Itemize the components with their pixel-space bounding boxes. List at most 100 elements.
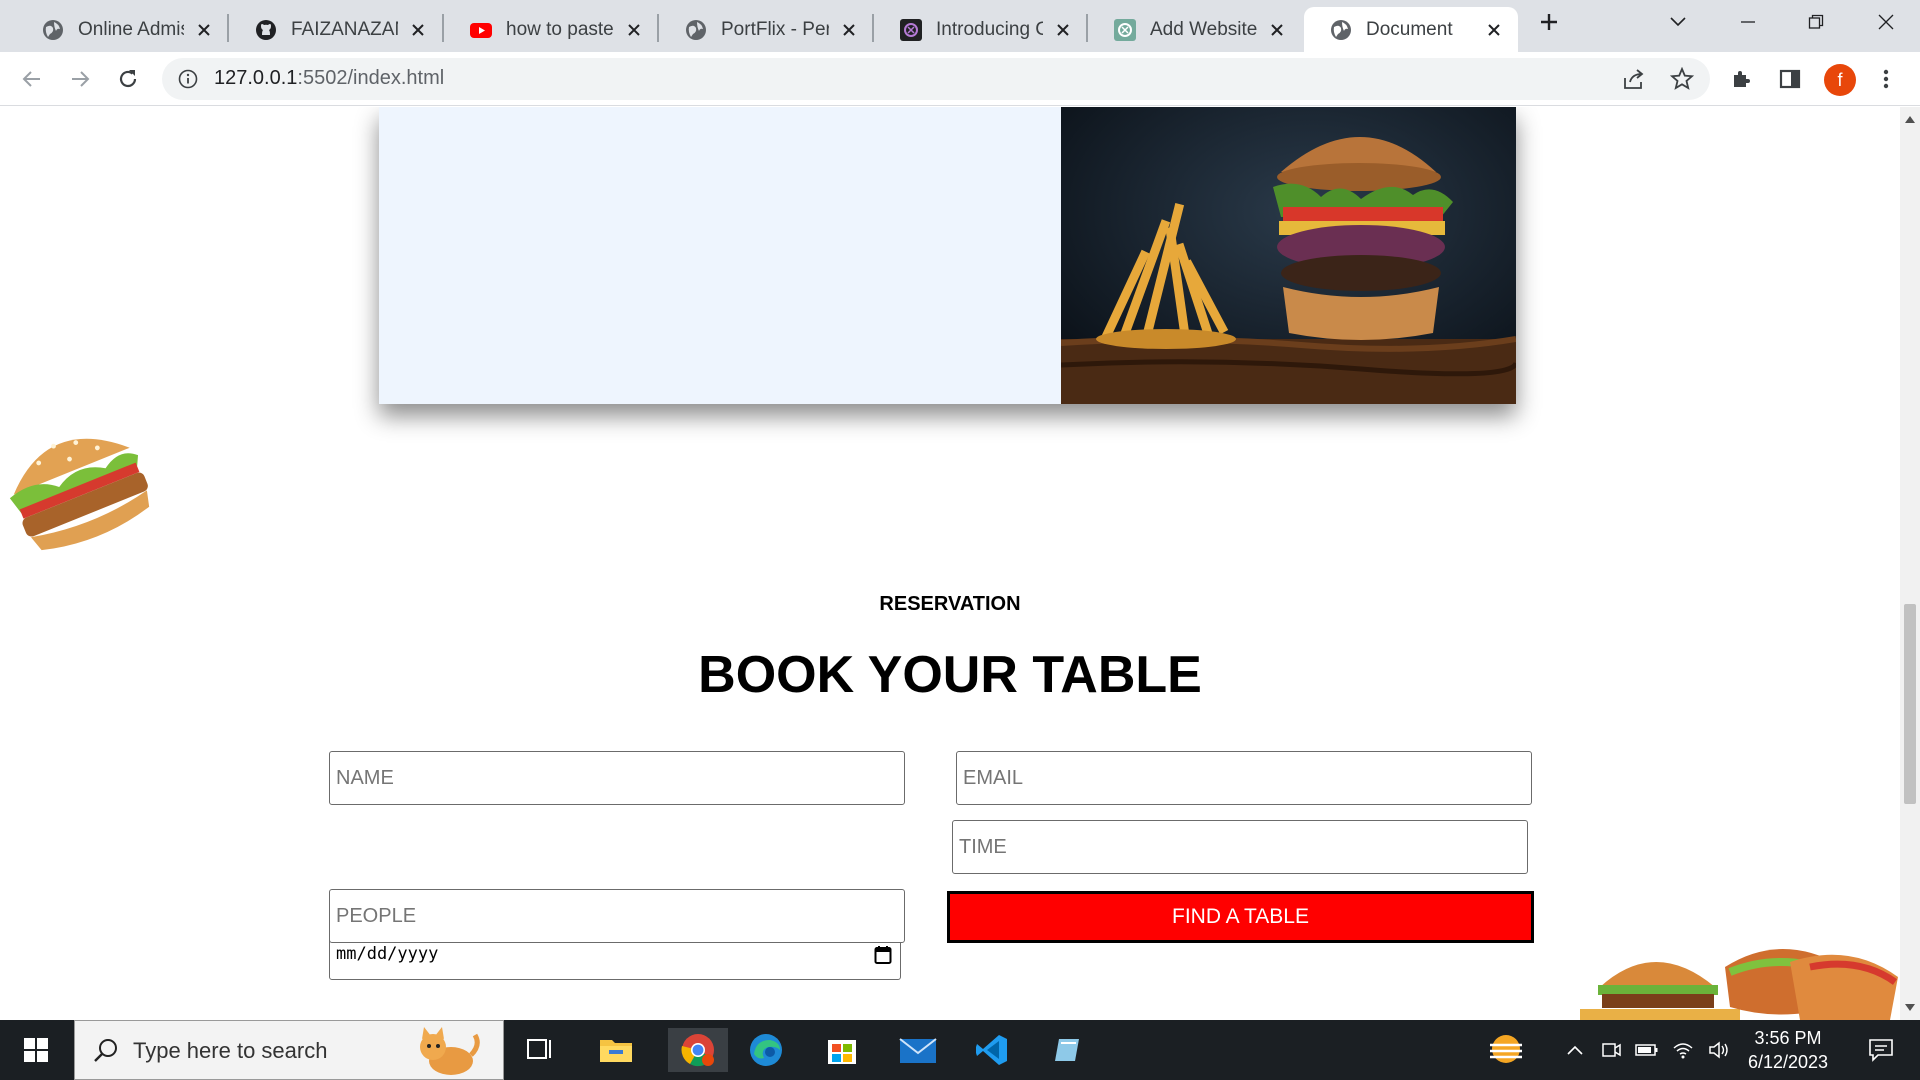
burger-photo xyxy=(1061,107,1516,404)
people-input[interactable] xyxy=(329,889,905,943)
forward-button[interactable] xyxy=(66,65,94,93)
close-window-button[interactable] xyxy=(1852,0,1920,44)
weather-widget[interactable] xyxy=(1482,1028,1530,1072)
page-scrollbar[interactable] xyxy=(1900,107,1920,1020)
mail-taskbar-button[interactable] xyxy=(894,1028,942,1072)
tab-title: Online Admissi xyxy=(78,18,184,40)
tab-online-admission[interactable]: Online Admissi xyxy=(16,7,228,52)
info-icon[interactable] xyxy=(178,69,198,89)
close-icon[interactable] xyxy=(408,20,428,40)
start-button[interactable] xyxy=(12,1028,60,1072)
search-icon xyxy=(94,1039,117,1062)
tab-search-button[interactable] xyxy=(1644,0,1712,44)
close-icon[interactable] xyxy=(1053,20,1073,40)
close-icon[interactable] xyxy=(194,20,214,40)
reload-icon xyxy=(119,70,137,88)
profile-avatar[interactable]: f xyxy=(1824,64,1856,96)
weather-hazy-icon xyxy=(1490,1035,1522,1063)
reload-button[interactable] xyxy=(114,65,142,93)
find-a-table-button[interactable]: FIND A TABLE xyxy=(947,891,1534,943)
battery-button[interactable] xyxy=(1630,1028,1664,1072)
wifi-icon xyxy=(1673,1043,1693,1059)
taskbar-search-box[interactable]: Type here to search xyxy=(74,1020,504,1080)
minimize-icon xyxy=(1741,21,1755,23)
globe-icon xyxy=(43,19,63,40)
url-text[interactable]: 127.0.0.1:5502/index.html xyxy=(214,67,444,90)
browser-tab-strip: Online Admissi FAIZANAZAM1 how to paste … xyxy=(0,0,1920,52)
arrow-right-icon xyxy=(72,71,90,87)
side-panel-button[interactable] xyxy=(1776,65,1804,93)
meet-now-button[interactable] xyxy=(1594,1028,1628,1072)
url-path: :5502/index.html xyxy=(297,67,445,89)
tab-title: how to paste in xyxy=(506,18,614,40)
close-icon[interactable] xyxy=(839,20,859,40)
hero-card xyxy=(379,107,1516,404)
chrome-menu-button[interactable] xyxy=(1872,65,1900,93)
store-icon xyxy=(828,1040,856,1064)
tab-youtube[interactable]: how to paste in xyxy=(444,7,658,52)
plus-icon xyxy=(1541,14,1557,30)
taskbar-clock[interactable]: 3:56 PM 6/12/2023 xyxy=(1728,1026,1848,1074)
name-input[interactable] xyxy=(329,751,905,805)
chrome-taskbar-button[interactable] xyxy=(668,1028,728,1072)
hero-text-panel xyxy=(379,107,1061,404)
scroll-up-icon[interactable] xyxy=(1905,115,1915,123)
restore-icon xyxy=(1808,14,1824,29)
address-bar[interactable]: 127.0.0.1:5502/index.html xyxy=(162,58,1710,100)
page-viewport: RESERVATION BOOK YOUR TABLE mm/dd/yyyy F… xyxy=(0,107,1900,1020)
scroll-down-icon[interactable] xyxy=(1905,1004,1915,1012)
minimize-button[interactable] xyxy=(1714,0,1782,44)
close-icon[interactable] xyxy=(1484,20,1504,40)
clock-date: 6/12/2023 xyxy=(1747,1052,1829,1072)
notes-icon xyxy=(1055,1039,1079,1061)
store-taskbar-button[interactable] xyxy=(818,1028,866,1072)
chatgpt-icon xyxy=(1114,18,1136,41)
mail-icon xyxy=(899,1038,937,1063)
youtube-icon xyxy=(470,22,492,38)
task-view-button[interactable] xyxy=(516,1028,564,1072)
tab-title: Document xyxy=(1366,18,1453,40)
email-input[interactable] xyxy=(956,751,1532,805)
back-button[interactable] xyxy=(18,65,46,93)
tab-introducing-chatgpt[interactable]: Introducing Ch xyxy=(874,7,1087,52)
chevron-up-icon xyxy=(1567,1045,1583,1055)
burger-fries-image xyxy=(1061,107,1516,404)
share-icon[interactable] xyxy=(1622,68,1646,90)
folder-icon xyxy=(600,1040,632,1062)
close-icon[interactable] xyxy=(1267,20,1287,40)
notes-taskbar-button[interactable] xyxy=(1044,1028,1092,1072)
globe-icon xyxy=(686,19,706,40)
browser-toolbar: 127.0.0.1:5502/index.html f xyxy=(0,52,1920,106)
page-title: BOOK YOUR TABLE xyxy=(698,646,1202,704)
calendar-icon[interactable] xyxy=(874,945,892,965)
edge-icon xyxy=(750,1034,782,1066)
time-input[interactable] xyxy=(952,820,1528,874)
network-button[interactable] xyxy=(1666,1028,1700,1072)
reservation-label: RESERVATION xyxy=(879,593,1021,615)
tab-title: Introducing Ch xyxy=(936,18,1043,40)
tab-portflix[interactable]: PortFlix - Perso xyxy=(659,7,873,52)
tab-github[interactable]: FAIZANAZAM1 xyxy=(229,7,442,52)
close-icon[interactable] xyxy=(624,20,644,40)
kebab-menu-icon xyxy=(1883,69,1889,89)
task-view-icon xyxy=(527,1039,551,1059)
edge-taskbar-button[interactable] xyxy=(742,1028,790,1072)
side-panel-icon xyxy=(1779,69,1801,89)
food-platter-image xyxy=(1580,948,1898,1020)
file-explorer-button[interactable] xyxy=(592,1028,640,1072)
notifications-button[interactable] xyxy=(1856,1028,1906,1072)
windows-taskbar: Type here to search 3:56 PM 6/12/2023 xyxy=(0,1020,1920,1080)
camera-icon xyxy=(1602,1043,1621,1057)
new-tab-button[interactable] xyxy=(1514,0,1584,44)
battery-icon xyxy=(1635,1044,1658,1056)
star-icon[interactable] xyxy=(1670,67,1694,91)
extensions-button[interactable] xyxy=(1728,65,1756,93)
tab-add-website[interactable]: Add Website S xyxy=(1088,7,1301,52)
scroll-thumb[interactable] xyxy=(1904,604,1916,804)
vscode-icon xyxy=(976,1035,1007,1065)
vscode-taskbar-button[interactable] xyxy=(968,1028,1016,1072)
restore-button[interactable] xyxy=(1782,0,1850,44)
cat-icon xyxy=(420,1027,480,1075)
tab-document[interactable]: Document xyxy=(1304,7,1518,52)
show-hidden-icons-button[interactable] xyxy=(1558,1028,1592,1072)
